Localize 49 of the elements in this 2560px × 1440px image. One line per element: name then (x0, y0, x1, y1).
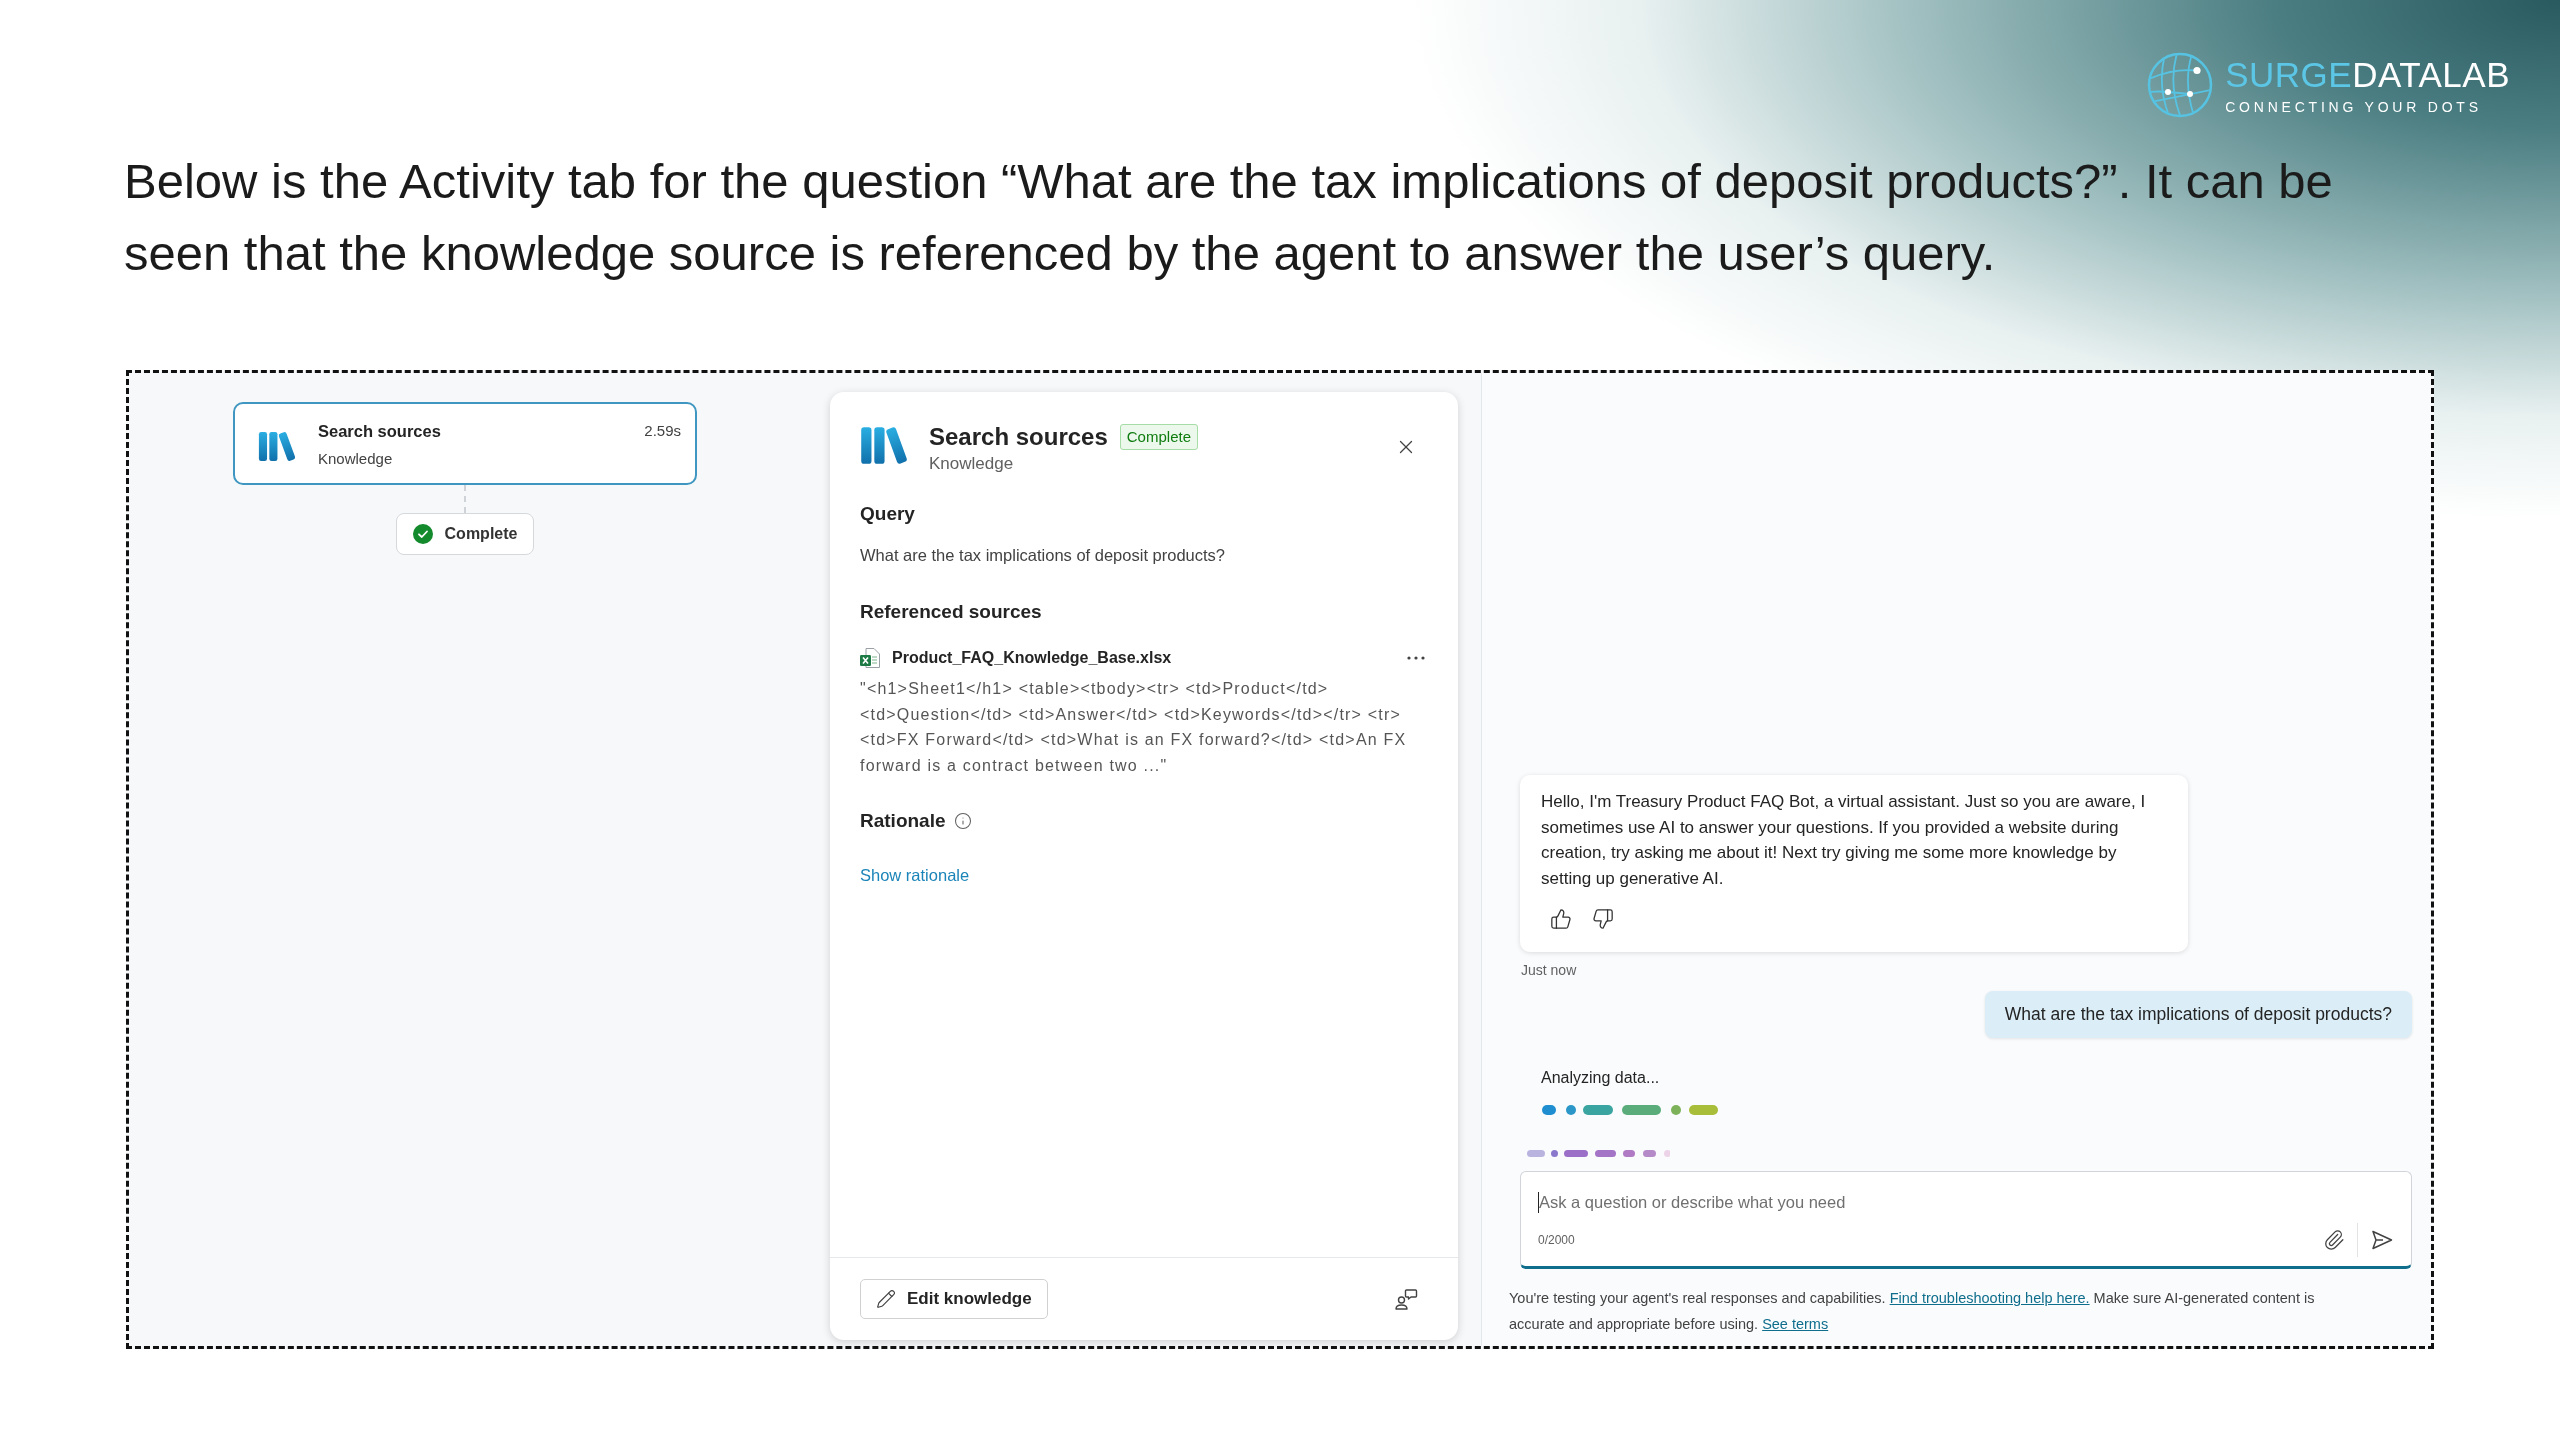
feedback-button[interactable] (1394, 1287, 1418, 1311)
character-counter: 0/2000 (1538, 1232, 1575, 1249)
pencil-icon (876, 1289, 896, 1309)
source-file-name[interactable]: Product_FAQ_Knowledge_Base.xlsx (892, 646, 1172, 670)
globe-logo-icon (2147, 52, 2214, 118)
brand-name: SURGEDATALAB (2225, 54, 2510, 96)
spreadsheet-file-icon (860, 648, 880, 668)
attach-button[interactable] (2323, 1229, 2345, 1251)
send-icon (2370, 1228, 2394, 1252)
brand-tagline: CONNECTING YOUR DOTS (2225, 98, 2483, 116)
intro-paragraph: Below is the Activity tab for the question “What are the tax implications of deposit products?”. It can be seen that the knowledge source is referenced by the agent to answer the user’s query. (124, 153, 2334, 282)
paperclip-icon (2323, 1229, 2345, 1251)
text-caret (1538, 1191, 1539, 1213)
section-heading: Referenced sources (860, 600, 1043, 624)
info-icon (953, 812, 972, 830)
source-snippet: "<h1>Sheet1</h1> <table><tbody><tr> <td>Product</td> <td>Question</td> <td>Answer</td> <td>Keywords</td></tr> <tr> <td>FX Forward</td> <td>What is an FX forward?</td> <td>An FX forward is a contract between two ..." (860, 679, 1408, 776)
like-button[interactable] (1550, 908, 1572, 930)
show-rationale-link[interactable]: Show rationale (860, 863, 970, 887)
panel-title: Search sources (929, 422, 1108, 452)
activity-node[interactable]: Search sources Knowledge 2.59s (233, 402, 697, 485)
node-subtitle: Knowledge (318, 449, 394, 469)
section-heading: Query (860, 502, 916, 526)
person-speech-bubble-icon (1394, 1287, 1418, 1311)
more-options-button[interactable] (1407, 656, 1425, 660)
status-text: Analyzing data... (1541, 1068, 1661, 1088)
books-icon (258, 430, 296, 463)
edit-knowledge-button[interactable]: Edit knowledge (860, 1279, 1048, 1319)
message-timestamp: Just now (1521, 961, 1577, 979)
node-duration: 2.59s (644, 421, 681, 441)
section-heading: Rationale (860, 809, 946, 833)
query-text: What are the tax implications of deposit products? (860, 545, 1227, 566)
thumbs-up-icon (1550, 908, 1572, 930)
panel-subtitle: Knowledge (929, 453, 1015, 475)
status-label: Complete (444, 524, 518, 544)
check-circle-icon (412, 524, 433, 544)
message-text: Hello, I'm Treasury Product FAQ Bot, a virtual assistant. Just so you are aware, I sometimes use AI to answer your questions. If you provided a website during creation, try asking me about it! Next try giving me some more knowledge by setting up generative AI. (1541, 791, 2147, 890)
disclaimer-text: You're testing your agent's real responses and capabilities. Find troubleshooting help here. Make sure AI-generated content is accurate and appropriate before using. See terms (1509, 1289, 2316, 1334)
status-badge: Complete (1119, 424, 1198, 450)
send-button[interactable] (2370, 1228, 2394, 1252)
dislike-button[interactable] (1592, 908, 1614, 930)
thumbs-down-icon (1592, 908, 1614, 930)
message-text: What are the tax implications of deposit products? (2004, 1003, 2392, 1027)
message-input-field[interactable]: Ask a question or describe what you need (1539, 1189, 2394, 1215)
text-link[interactable]: Find troubleshooting help here. (1889, 1290, 2090, 1306)
books-icon (860, 425, 908, 466)
node-title: Search sources (318, 421, 442, 442)
more-icon (1407, 656, 1425, 660)
text-link[interactable]: See terms (1762, 1316, 1829, 1332)
progress-dots-icon (1527, 1150, 1670, 1157)
